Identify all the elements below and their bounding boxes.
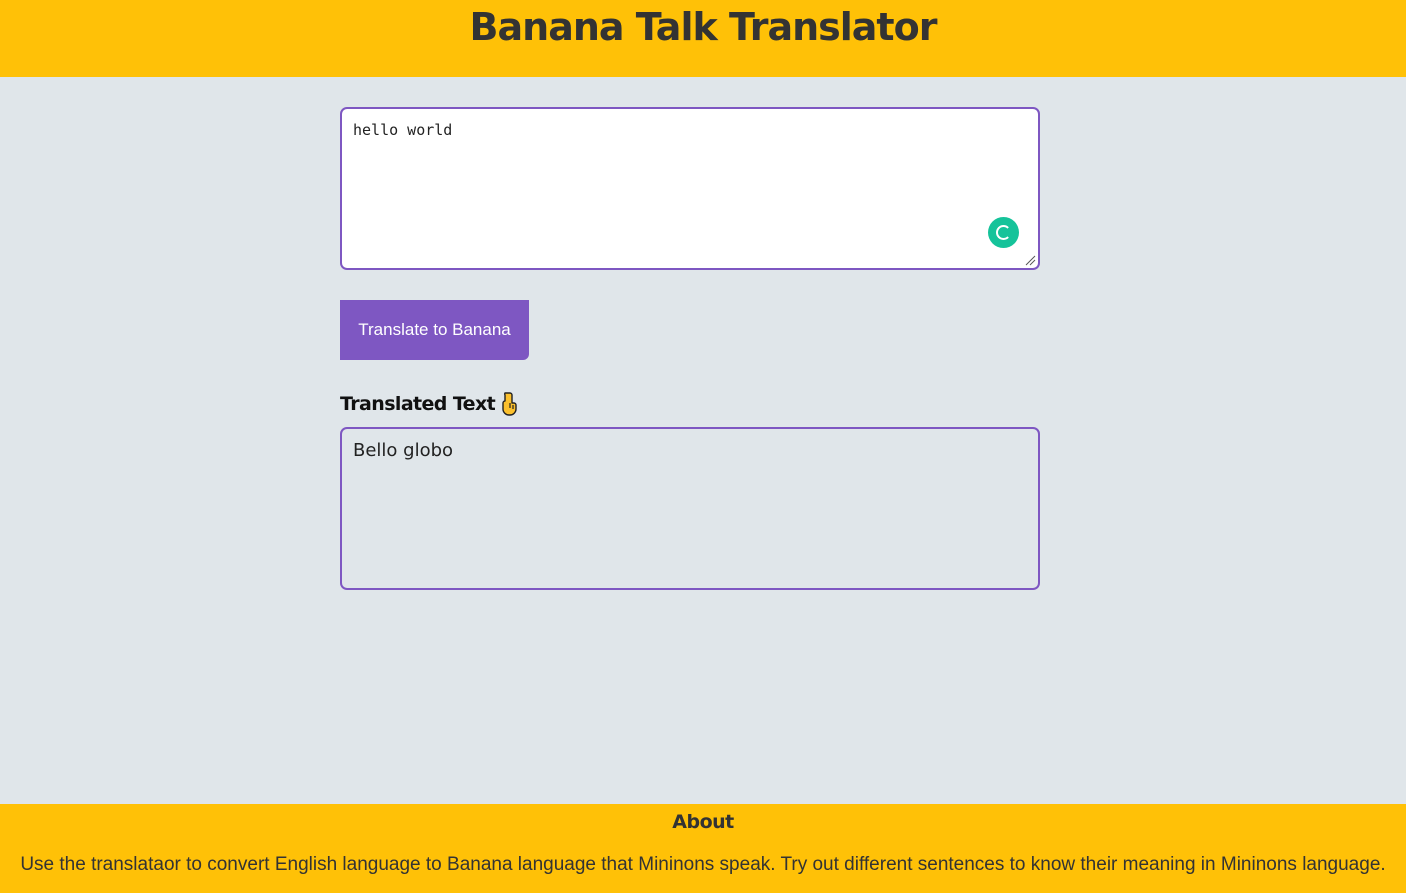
input-textarea[interactable]	[342, 109, 1038, 268]
page-footer: About Use the translataor to convert Eng…	[0, 804, 1406, 893]
translated-text-label: Translated Text	[340, 393, 496, 415]
resize-handle-icon[interactable]	[1024, 254, 1036, 266]
pointing-down-icon	[502, 392, 517, 416]
translate-button[interactable]: Translate to Banana	[340, 300, 529, 360]
output-text-box: Bello globo	[340, 427, 1040, 590]
page-header: Banana Talk Translator	[0, 0, 1406, 77]
grammarly-icon[interactable]	[988, 217, 1019, 248]
input-text-container[interactable]	[340, 107, 1040, 270]
footer-description: Use the translataor to convert English l…	[20, 854, 1386, 875]
translated-text-heading: Translated Text	[340, 392, 519, 416]
footer-heading: About	[672, 811, 734, 833]
page-title: Banana Talk Translator	[469, 5, 938, 49]
